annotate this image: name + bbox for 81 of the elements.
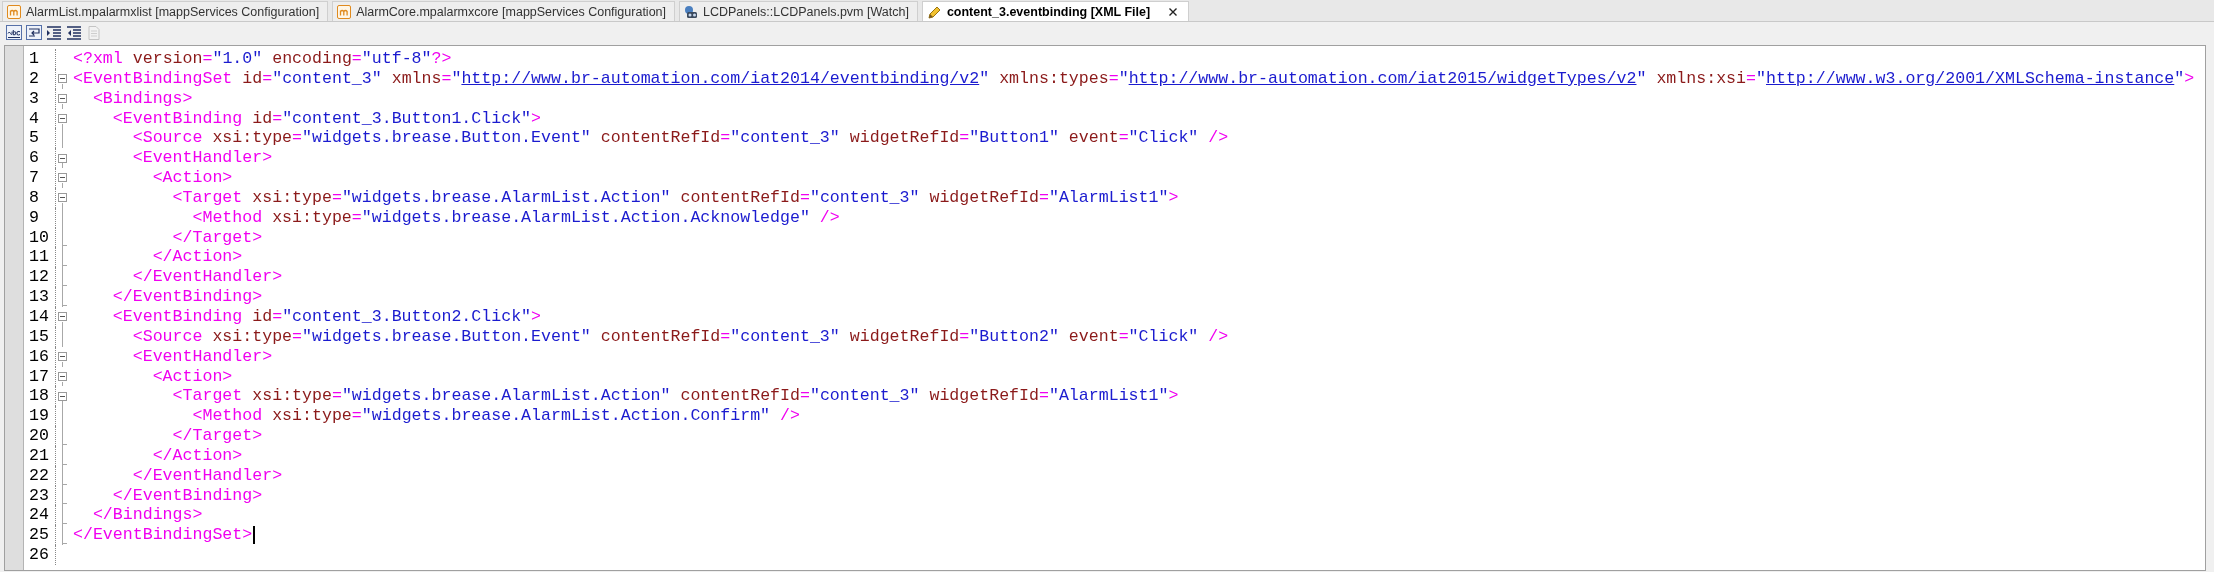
collapse-icon[interactable] — [58, 113, 67, 123]
collapse-icon[interactable] — [58, 391, 67, 401]
tab[interactable]: LCDPanels::LCDPanels.pvm [Watch] — [679, 1, 918, 21]
tab[interactable]: AlarmCore.mpalarmxcore [mappServices Configuration] — [332, 1, 675, 21]
code-line: <Action> — [152, 168, 233, 188]
fold-line — [55, 465, 70, 486]
fold-line — [55, 247, 70, 268]
line-number: 25 — [28, 525, 50, 546]
line-number: 10 — [28, 227, 50, 248]
code-line: <Source xsi:type="widgets.brease.Button.Event" contentRefId="content_3" widgetRefId="Button1" event="Click" /> — [132, 128, 1229, 149]
code-line: <Target xsi:type="widgets.brease.AlarmList.Action" contentRefId="content_3" widgetRefId="AlarmList1"> — [172, 386, 1179, 407]
indent-icon[interactable] — [46, 24, 62, 41]
fold-line — [55, 267, 70, 288]
line-number: 15 — [28, 326, 50, 347]
line-number: 11 — [28, 247, 50, 268]
code-line: </EventBinding> — [112, 287, 263, 307]
code-line: </Target> — [172, 426, 263, 446]
code-line: </Target> — [172, 227, 263, 248]
line-number: 13 — [28, 287, 50, 307]
tab[interactable]: AlarmList.mpalarmxlist [mappServices Configuration] — [2, 1, 329, 21]
code-line: </EventBinding> — [112, 485, 263, 506]
module-icon — [337, 4, 352, 19]
line-number: 6 — [28, 148, 40, 169]
code-line: <EventBinding id="content_3.Button2.Click"> — [112, 306, 542, 327]
tab[interactable]: content_3.eventbinding [XML File] — [921, 1, 1190, 21]
code-line: </EventBindingSet> — [73, 525, 253, 546]
line-number: 14 — [28, 306, 50, 327]
line-number: 8 — [28, 187, 40, 208]
code-line: <Bindings> — [92, 88, 193, 109]
module-icon — [7, 4, 21, 19]
code-line: <Target xsi:type="widgets.brease.AlarmList.Action" contentRefId="content_3" widgetRefId="AlarmList1"> — [172, 187, 1179, 208]
line-number: 12 — [28, 267, 50, 288]
fold-line — [55, 445, 70, 466]
close-icon[interactable] — [1168, 6, 1179, 17]
outdent-icon[interactable] — [66, 24, 82, 41]
line-number: 4 — [28, 108, 40, 129]
code-line: <Action> — [152, 366, 233, 387]
line-number: 26 — [28, 545, 50, 565]
code-line: </EventHandler> — [132, 465, 283, 486]
wrap-icon[interactable] — [26, 24, 42, 41]
line-number: 16 — [28, 346, 50, 367]
line-number: 5 — [28, 128, 40, 149]
line-number: 18 — [28, 386, 50, 407]
code-line: </Bindings> — [92, 505, 203, 526]
code-line: <Method xsi:type="widgets.brease.AlarmList.Action.Confirm" /> — [192, 406, 800, 427]
line-number: 1 — [28, 49, 40, 69]
collapse-icon[interactable] — [58, 74, 67, 84]
fold-line — [55, 227, 70, 248]
code-line: <Source xsi:type="widgets.brease.Button.Event" contentRefId="content_3" widgetRefId="Button2" event="Click" /> — [132, 326, 1229, 347]
collapse-icon[interactable] — [58, 312, 67, 322]
code-line: <EventBindingSet id="content_3" xmlns="http://www.br-automation.com/iat2014/eventbinding/v2" xmlns:types="http://www.br-automation.com/iat2015/widgetTypes/v2" xmlns:xsi="http://www.w3.org/2001/XMLSchema-instance"> — [73, 68, 2195, 89]
code-line: <?xml version="1.0" encoding="utf-8"?> — [73, 49, 452, 69]
line-number: 20 — [28, 426, 50, 446]
fold-line — [55, 505, 70, 526]
fold-line — [55, 485, 70, 506]
code-line: <Method xsi:type="widgets.brease.AlarmList.Action.Acknowledge" /> — [192, 207, 840, 228]
spell-check-icon[interactable] — [6, 24, 22, 41]
line-number: 3 — [28, 88, 40, 109]
code-line: </Action> — [152, 445, 243, 466]
collapse-icon[interactable] — [58, 94, 67, 104]
code-line: </EventHandler> — [132, 267, 283, 288]
line-number: 9 — [28, 207, 40, 228]
collapse-icon[interactable] — [58, 352, 67, 362]
pencil-icon — [926, 4, 941, 19]
line-number: 23 — [28, 485, 50, 506]
line-number: 2 — [28, 68, 40, 89]
line-number: 21 — [28, 445, 50, 466]
line-number: 7 — [28, 168, 40, 188]
collapse-icon[interactable] — [58, 173, 67, 183]
line-number: 17 — [28, 366, 50, 387]
line-number: 24 — [28, 505, 50, 526]
line-number: 22 — [28, 465, 50, 486]
code-line: <EventHandler> — [132, 148, 273, 169]
code-line: <EventBinding id="content_3.Button1.Click"> — [112, 108, 542, 129]
collapse-icon[interactable] — [58, 193, 67, 203]
collapse-icon[interactable] — [58, 371, 67, 381]
fold-line — [55, 426, 70, 446]
code-line: <EventHandler> — [132, 346, 273, 367]
collapse-icon[interactable] — [58, 153, 67, 163]
line-number: 19 — [28, 406, 50, 427]
code-line: </Action> — [152, 247, 243, 268]
